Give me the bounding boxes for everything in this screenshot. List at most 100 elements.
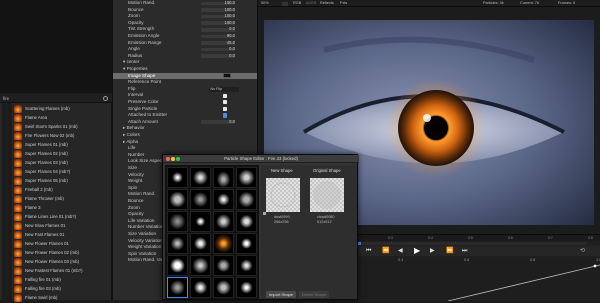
property-row[interactable]: Tint Strength 0.0	[113, 26, 257, 33]
property-checkbox[interactable]	[223, 113, 228, 118]
zoom-level[interactable]: 50%	[261, 0, 269, 7]
play-icon[interactable]: ▶	[414, 247, 420, 255]
shape-thumbnail[interactable]	[167, 277, 188, 298]
shape-preview-area: New Shape Original Shape dust0999 256x25…	[261, 165, 357, 299]
property-row[interactable]: Zoom 100.0	[113, 13, 257, 20]
property-checkbox[interactable]	[223, 100, 228, 105]
property-row[interactable]: Motion Rand. 100.0	[113, 0, 257, 7]
import-shape-button[interactable]: Import Shape	[266, 291, 296, 298]
shape-thumbnail[interactable]	[190, 167, 211, 188]
property-label: Number	[128, 151, 145, 157]
shape-thumbnail[interactable]	[236, 255, 257, 276]
property-value[interactable]: 0.0	[229, 26, 235, 33]
shape-thumbnail[interactable]	[190, 211, 211, 232]
shape-thumbnail[interactable]	[213, 211, 234, 232]
property-label: ▾ Properties	[123, 66, 148, 71]
shape-thumbnail[interactable]	[190, 255, 211, 276]
property-value[interactable]: 0.0	[229, 46, 235, 53]
property-row[interactable]: Angle 0.0	[113, 46, 257, 53]
zoom-dropdown-icon[interactable]	[282, 1, 288, 6]
library-folder-label[interactable]: fire	[3, 94, 9, 103]
prev-frame-icon[interactable]: ◀	[398, 248, 403, 254]
go-start-icon[interactable]: ⏮	[366, 248, 371, 254]
shape-thumbnail[interactable]	[236, 233, 257, 254]
shape-thumbnail[interactable]	[213, 189, 234, 210]
property-row[interactable]: Emission Range 45.0	[113, 40, 257, 47]
property-label: Motion Rand.	[128, 0, 156, 5]
shape-thumbnail[interactable]	[167, 233, 188, 254]
property-row[interactable]: Reference Point	[113, 79, 257, 86]
property-row[interactable]: Life	[113, 145, 257, 152]
property-value[interactable]: 100.0	[225, 0, 235, 7]
shape-thumbnail[interactable]	[236, 277, 257, 298]
minimize-icon[interactable]	[171, 157, 175, 161]
image-shape-swatch[interactable]	[223, 73, 231, 79]
property-value[interactable]: 0.0	[229, 53, 235, 60]
property-row[interactable]: Emission Angle 90.0	[113, 33, 257, 40]
property-checkbox[interactable]	[223, 106, 228, 111]
shape-thumbnail[interactable]	[167, 167, 188, 188]
shape-thumbnail[interactable]	[213, 255, 234, 276]
property-label: Bounce	[128, 6, 144, 12]
clear-search-icon[interactable]	[103, 96, 108, 101]
property-checkbox[interactable]	[223, 93, 228, 98]
fire-preset-thumbnail	[14, 132, 22, 140]
shape-thumbnail[interactable]	[190, 277, 211, 298]
fire-preset-thumbnail	[14, 123, 22, 131]
shape-thumbnail[interactable]	[213, 277, 234, 298]
property-value[interactable]: 45.0	[227, 40, 235, 47]
shape-thumbnail[interactable]	[236, 211, 257, 232]
shape-thumbnail[interactable]	[167, 255, 188, 276]
property-value[interactable]: 100.0	[225, 13, 235, 20]
channel-rgb[interactable]: RGB	[293, 0, 301, 7]
close-icon[interactable]	[166, 157, 170, 161]
reflections-toggle[interactable]: Reflects	[320, 0, 334, 7]
fx-toggle[interactable]: Fxts	[340, 0, 347, 7]
property-value[interactable]: 90.0	[227, 33, 235, 40]
go-end-icon[interactable]: ⏭	[462, 248, 467, 254]
dialog-title-text: Particle Shape Editor : Fire.33 (locked)	[224, 156, 298, 161]
property-value[interactable]: 100.0	[225, 20, 235, 27]
new-shape-preview[interactable]	[266, 178, 300, 212]
property-row[interactable]: Interval	[113, 92, 257, 99]
property-row[interactable]: ▾ Properties	[113, 66, 257, 73]
property-value[interactable]: 100.0	[225, 7, 235, 14]
property-row[interactable]: Flip No Flip	[113, 85, 257, 93]
shape-thumbnail[interactable]	[190, 189, 211, 210]
property-label: Size Variation	[128, 231, 157, 236]
property-row[interactable]: Single Particle	[113, 106, 257, 113]
next-frame-icon[interactable]: ▶	[430, 248, 435, 254]
property-label: Angle	[128, 46, 140, 52]
property-row[interactable]: Attached to Emitter	[113, 112, 257, 119]
property-label: Flip	[128, 85, 136, 91]
fire-preset-thumbnail	[14, 141, 22, 149]
property-row[interactable]: ▸ Colors	[113, 132, 257, 139]
shape-thumbnail[interactable]	[236, 189, 257, 210]
property-row[interactable]: Image Shape	[113, 72, 257, 80]
property-row[interactable]: ▸ Behavior	[113, 125, 257, 132]
property-value[interactable]: 0.0	[229, 119, 235, 126]
playhead-marker[interactable]	[358, 242, 361, 245]
property-row[interactable]: ▾ center	[113, 59, 257, 66]
step-back-icon[interactable]: ⏪	[382, 248, 389, 254]
property-row[interactable]: Radius 0.0	[113, 53, 257, 60]
shape-thumbnail[interactable]	[236, 167, 257, 188]
shape-thumbnail[interactable]	[190, 233, 211, 254]
property-row[interactable]: Attach Amount 0.0	[113, 119, 257, 126]
step-forward-icon[interactable]: ⏩	[446, 248, 453, 254]
property-row[interactable]: Preserve Color	[113, 99, 257, 106]
shape-thumbnail[interactable]	[213, 233, 234, 254]
property-row[interactable]: ▸ Alpha	[113, 139, 257, 146]
property-row[interactable]: Opacity 100.0	[113, 20, 257, 27]
library-item[interactable]: Flame Swirl (mb)	[13, 293, 110, 303]
channel-aces[interactable]: ACES	[306, 0, 316, 7]
shape-thumbnail[interactable]	[167, 189, 188, 210]
shape-thumbnail[interactable]	[213, 167, 234, 188]
flip-dropdown[interactable]: No Flip	[209, 86, 239, 92]
maximize-icon[interactable]	[176, 157, 180, 161]
shape-thumbnail[interactable]	[167, 211, 188, 232]
delete-shape-button[interactable]: Delete Shape	[299, 291, 329, 298]
fire-preset-thumbnail	[14, 150, 22, 158]
loop-icon[interactable]: ⟲	[580, 248, 585, 254]
property-row[interactable]: Bounce 100.0	[113, 6, 257, 14]
